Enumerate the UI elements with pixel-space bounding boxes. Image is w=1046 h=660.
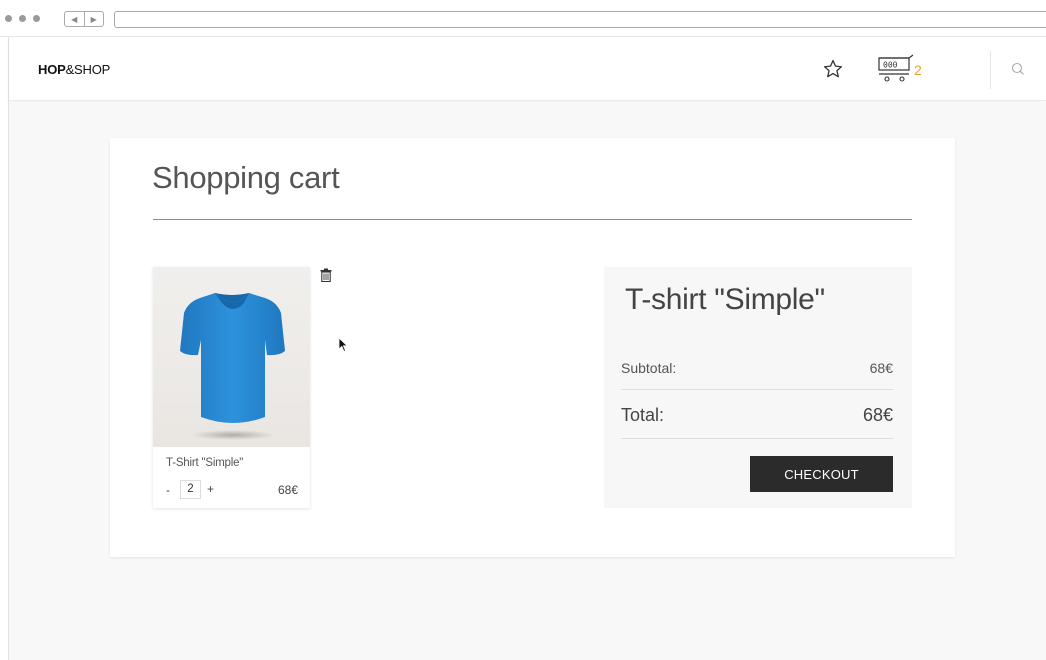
checkout-button[interactable]: CHECKOUT bbox=[750, 456, 893, 492]
site-header: HOP&SHOP 000 2 bbox=[9, 37, 1046, 101]
total-label: Total: bbox=[621, 405, 665, 425]
cart-card: Shopping cart T-Shirt "Simple" - 2 + 68€… bbox=[110, 138, 955, 557]
summary-title: T-shirt "Simple" bbox=[625, 283, 825, 316]
summary-divider bbox=[621, 389, 893, 390]
site-logo[interactable]: HOP&SHOP bbox=[38, 62, 110, 77]
browser-chrome: ◀ ▶ bbox=[0, 0, 1046, 37]
trash-icon[interactable] bbox=[320, 268, 332, 282]
forward-arrow-icon[interactable]: ▶ bbox=[85, 12, 104, 26]
product-image[interactable] bbox=[153, 267, 310, 447]
product-name[interactable]: T-Shirt "Simple" bbox=[166, 457, 243, 469]
cart-item: T-Shirt "Simple" - 2 + 68€ bbox=[153, 267, 310, 508]
window-dot-maximize[interactable] bbox=[33, 15, 40, 22]
header-divider bbox=[990, 51, 991, 89]
search-icon[interactable] bbox=[1010, 61, 1026, 77]
window-dot-minimize[interactable] bbox=[19, 15, 26, 22]
quantity-decrease-button[interactable]: - bbox=[166, 483, 170, 497]
svg-text:000: 000 bbox=[883, 61, 898, 70]
logo-bold: HOP bbox=[38, 62, 66, 77]
browser-nav-buttons: ◀ ▶ bbox=[64, 11, 104, 27]
back-arrow-icon[interactable]: ◀ bbox=[65, 12, 85, 26]
address-bar[interactable] bbox=[114, 11, 1046, 28]
mouse-cursor-icon bbox=[338, 337, 349, 352]
title-divider bbox=[153, 219, 912, 220]
quantity-increase-button[interactable]: + bbox=[207, 482, 214, 496]
subtotal-value: 68€ bbox=[869, 360, 893, 376]
star-icon[interactable] bbox=[822, 58, 844, 80]
quantity-field[interactable]: 2 bbox=[180, 480, 201, 499]
shirt-body bbox=[180, 293, 285, 423]
cart-count-badge: 2 bbox=[914, 62, 922, 78]
item-price: 68€ bbox=[277, 483, 298, 497]
tshirt-image bbox=[180, 293, 285, 440]
total-value: 68€ bbox=[862, 405, 893, 425]
logo-rest: &SHOP bbox=[65, 62, 111, 77]
page-title: Shopping cart bbox=[152, 160, 340, 195]
subtotal-label: Subtotal: bbox=[621, 360, 677, 376]
window-dot-close[interactable] bbox=[5, 15, 12, 22]
summary-divider bbox=[621, 438, 893, 439]
order-summary: T-shirt "Simple" Subtotal: 68€ Total: 68… bbox=[604, 267, 912, 508]
